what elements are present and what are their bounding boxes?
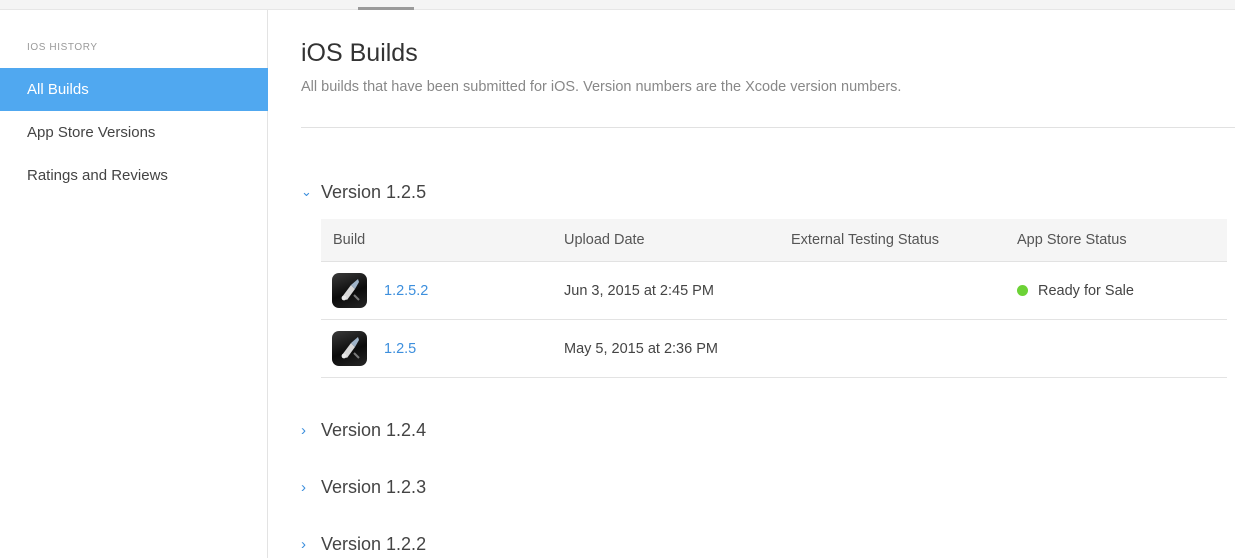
chevron-right-icon: › [301,421,306,439]
sidebar-heading: iOS HISTORY [27,42,98,53]
version-label: Version 1.2.3 [321,476,427,497]
page-subtitle: All builds that have been submitted for … [301,79,902,95]
app-store-status-label: Ready for Sale [1038,282,1134,299]
builds-table: Build Upload Date External Testing Statu… [321,219,1227,378]
table-row[interactable]: 1.2.5.2 Jun 3, 2015 at 2:45 PM Ready for… [321,262,1227,320]
upload-date: May 5, 2015 at 2:36 PM [564,340,718,357]
main-content: iOS Builds All builds that have been sub… [301,10,1235,558]
version-label: Version 1.2.2 [321,533,427,554]
version-header-1-2-2[interactable]: › Version 1.2.2 [301,532,426,556]
version-header-1-2-4[interactable]: › Version 1.2.4 [301,418,426,442]
version-header-1-2-5[interactable]: ⌄ Version 1.2.5 [301,180,426,204]
sidebar-item-ratings-and-reviews[interactable]: Ratings and Reviews [0,154,268,197]
upload-date: Jun 3, 2015 at 2:45 PM [564,282,714,299]
app-icon [332,273,367,308]
table-row[interactable]: 1.2.5 May 5, 2015 at 2:36 PM [321,320,1227,378]
sidebar: iOS HISTORY All Builds App Store Version… [0,10,268,558]
sidebar-item-all-builds[interactable]: All Builds [0,68,268,111]
version-label: Version 1.2.4 [321,419,427,440]
status-dot-icon [1017,285,1028,296]
build-link[interactable]: 1.2.5 [384,341,416,357]
column-header-app-store-status[interactable]: App Store Status [1017,232,1127,248]
chevron-down-icon: ⌄ [301,184,312,199]
sidebar-item-app-store-versions[interactable]: App Store Versions [0,111,268,154]
build-link[interactable]: 1.2.5.2 [384,283,428,299]
chevron-right-icon: › [301,535,306,553]
divider [301,127,1235,128]
version-label: Version 1.2.5 [321,181,427,202]
table-header: Build Upload Date External Testing Statu… [321,219,1227,262]
column-header-upload-date[interactable]: Upload Date [564,232,645,248]
app-store-status: Ready for Sale [1017,283,1134,299]
page-title: iOS Builds [301,39,418,67]
top-bar [0,0,1235,10]
column-header-external-testing-status[interactable]: External Testing Status [791,232,939,248]
column-header-build[interactable]: Build [333,232,365,248]
version-header-1-2-3[interactable]: › Version 1.2.3 [301,475,426,499]
chevron-right-icon: › [301,478,306,496]
app-icon [332,331,367,366]
